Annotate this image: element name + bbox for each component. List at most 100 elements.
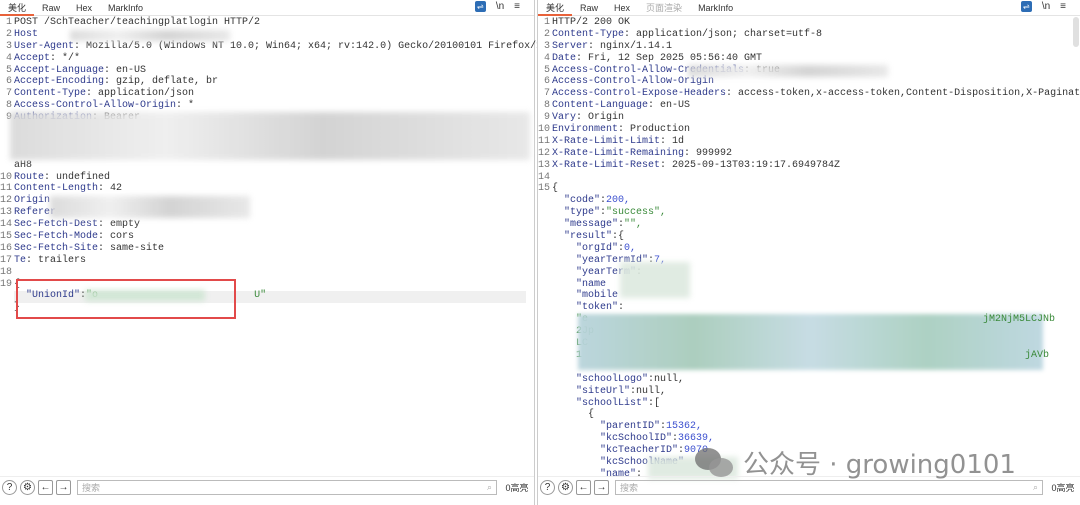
header-name: Te <box>14 254 27 266</box>
code-line: 18 <box>0 267 526 279</box>
redacted-host <box>70 30 230 41</box>
json-value: 200, <box>606 195 631 207</box>
code-line: 10 Route: undefined <box>0 172 526 184</box>
gear-icon[interactable]: ⚙ <box>20 480 35 495</box>
redacted-token <box>578 314 1043 370</box>
line-text: { <box>552 183 559 195</box>
line-number: 12 <box>0 195 13 207</box>
code-line: 17 Te: trailers <box>0 255 526 267</box>
header-name: X-Rate-Limit-Remaining <box>552 147 685 159</box>
code-line: 15 Sec-Fetch-Mode: cors <box>0 231 526 243</box>
header-name: Access-Control-Allow-Origin <box>14 100 177 112</box>
menu-icon[interactable]: ≡ <box>1060 1 1066 12</box>
line-number: 14 <box>0 219 13 231</box>
arrow-right-icon[interactable]: → <box>594 480 609 495</box>
tab-0[interactable]: 美化 <box>538 0 573 16</box>
header-name: Content-Language <box>552 100 649 112</box>
help-icon[interactable]: ? <box>2 480 17 495</box>
code-line: { <box>538 409 1072 421</box>
tab-0[interactable]: 美化 <box>0 0 35 16</box>
code-line: 3 Server: nginx/1.14.1 <box>538 41 1072 53</box>
search-placeholder: 搜索 <box>620 483 639 493</box>
word-wrap-icon[interactable]: ⇌ <box>1020 1 1032 12</box>
arrow-left-icon[interactable]: ← <box>576 480 591 495</box>
line-number: 6 <box>543 76 550 88</box>
header-value: : Origin <box>576 112 625 124</box>
json-key: "type" <box>564 207 601 219</box>
redacted-user-info <box>620 262 690 298</box>
line-number: 3 <box>5 40 12 52</box>
word-wrap-icon[interactable]: ⇌ <box>474 1 486 12</box>
line-number: 19 <box>0 278 13 290</box>
tab-4[interactable]: MarkInfo <box>690 0 741 16</box>
tab-2[interactable]: Hex <box>606 0 638 16</box>
search-input[interactable]: 搜索 ⌕ <box>77 480 497 495</box>
line-number: 1 <box>5 17 12 28</box>
newline-toggle-icon[interactable]: \n <box>1042 1 1050 12</box>
help-icon[interactable]: ? <box>540 480 555 495</box>
tab-1[interactable]: Raw <box>34 0 68 16</box>
line-number: 3 <box>543 40 550 52</box>
code-line: 11 Content-Length: 42 <box>0 183 526 195</box>
line-number: 10 <box>538 124 551 136</box>
header-value: : Fri, 12 Sep 2025 05:56:40 GMT <box>576 52 763 64</box>
header-value: : 2025-09-13T03:19:17.6949784Z <box>660 159 841 171</box>
line-text: { <box>552 409 595 421</box>
search-input[interactable]: 搜索 ⌕ <box>615 480 1043 495</box>
line-number: 4 <box>543 52 550 64</box>
code-line: 14 <box>538 172 1072 184</box>
line-number: 5 <box>543 64 550 76</box>
response-editor[interactable]: 1 HTTP/2 200 OK 2 Content-Type: application… <box>538 17 1080 481</box>
newline-toggle-icon[interactable]: \n <box>496 1 504 12</box>
header-name: Environment <box>552 124 619 136</box>
code-line: 6 Access-Control-Allow-Origin <box>538 76 1072 88</box>
line-number: 13 <box>538 159 551 171</box>
code-line: 16 Sec-Fetch-Site: same-site <box>0 243 526 255</box>
gear-icon[interactable]: ⚙ <box>558 480 573 495</box>
code-line: "type":"success", <box>538 207 1072 219</box>
header-value: : * <box>176 100 195 112</box>
editor-tools: ⇌ \n ≡ <box>1020 1 1066 12</box>
header-value: : gzip, deflate, br <box>104 76 219 88</box>
code-line: "code":200, <box>538 195 1072 207</box>
arrow-right-icon[interactable]: → <box>56 480 71 495</box>
menu-icon[interactable]: ≡ <box>514 1 520 12</box>
header-value: : en-US <box>104 64 147 76</box>
line-text: POST /SchTeacher/teachingplatlogin HTTP/… <box>14 17 261 28</box>
request-editor[interactable]: 1 POST /SchTeacher/teachingplatlogin HTTP… <box>0 17 566 314</box>
redacted-origin-referer <box>50 196 250 218</box>
json-value: null, <box>654 373 685 385</box>
line-number: 17 <box>0 254 13 266</box>
code-line: 8 Content-Language: en-US <box>538 100 1072 112</box>
header-name: Route <box>14 171 45 183</box>
line-text: aH8 <box>14 159 33 171</box>
tab-3[interactable]: 页面渲染 <box>638 0 690 16</box>
arrow-left-icon[interactable]: ← <box>38 480 53 495</box>
tab-2[interactable]: Hex <box>68 0 100 16</box>
scrollbar[interactable] <box>1073 17 1079 47</box>
line-number: 7 <box>5 88 12 100</box>
tab-1[interactable]: Raw <box>572 0 606 16</box>
line-number: 13 <box>0 207 13 219</box>
line-number: 6 <box>5 76 12 88</box>
json-key: "kcTeacherID" <box>600 445 679 457</box>
search-icon: ⌕ <box>486 482 492 492</box>
code-line: "mobile <box>538 290 1072 302</box>
tab-3[interactable]: MarkInfo <box>100 0 151 16</box>
code-line: 11 X-Rate-Limit-Limit: 1d <box>538 136 1072 148</box>
header-name: Access-Control-Allow-Origin <box>552 76 715 88</box>
header-value: : 42 <box>98 183 123 195</box>
line-number: 12 <box>538 147 551 159</box>
json-key: "code" <box>564 195 601 207</box>
line-number: 1 <box>543 17 550 28</box>
line-number: 18 <box>0 266 13 278</box>
code-line: "yearTermId":7, <box>538 255 1072 267</box>
